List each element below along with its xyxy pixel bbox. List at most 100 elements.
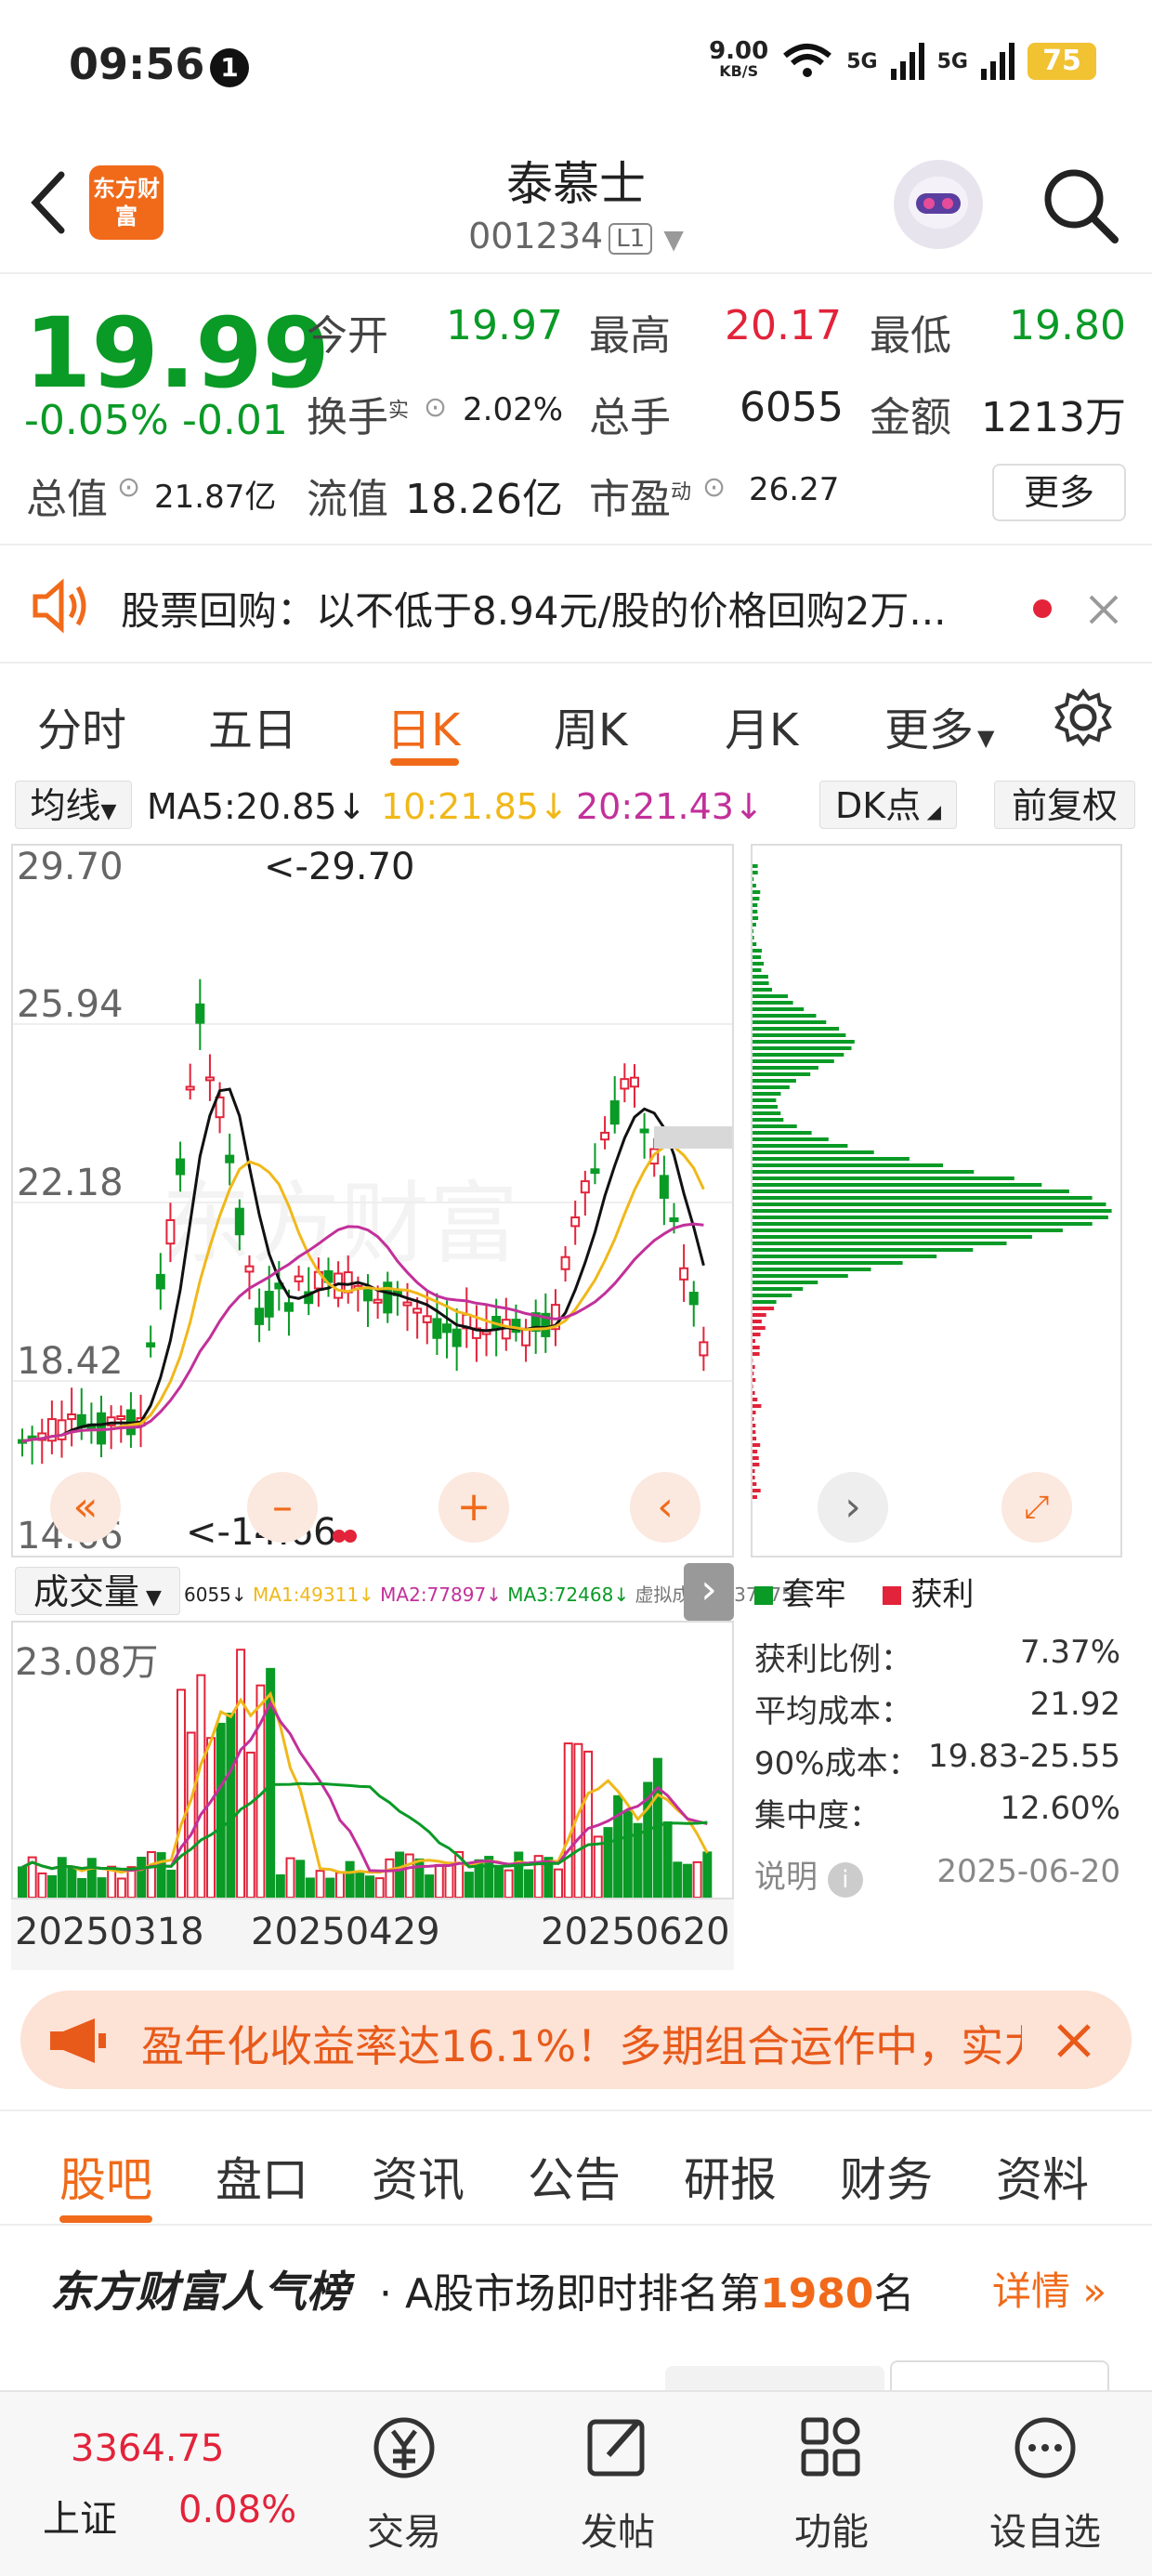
- tab-news[interactable]: 资讯: [372, 2143, 465, 2210]
- expand-right-icon[interactable]: ›: [684, 1563, 734, 1621]
- tab-monthly-k[interactable]: 月K: [725, 693, 798, 758]
- volume-bar: [67, 1867, 77, 1899]
- chip-bar: [753, 1170, 975, 1174]
- tab-finance[interactable]: 财务: [840, 2143, 933, 2210]
- info-icon[interactable]: ⊙: [424, 391, 447, 424]
- unread-dot: [1033, 599, 1052, 618]
- chip-distribution-chart[interactable]: › ⤢: [751, 844, 1122, 1557]
- chip-bar: [753, 1326, 766, 1330]
- candle: [580, 1180, 590, 1194]
- volume-value: 6055: [740, 384, 844, 431]
- tab-weekly-k[interactable]: 周K: [554, 693, 627, 758]
- chip-bar: [753, 1235, 1032, 1239]
- date-label: 20250429: [251, 1911, 440, 1953]
- chip-bar: [753, 1150, 874, 1154]
- profit-ratio-label: 获利比例：: [754, 1641, 912, 1678]
- tab-five-day[interactable]: 五日: [208, 693, 297, 758]
- active-tab-indicator: [390, 758, 459, 766]
- more-button[interactable]: 更多: [992, 464, 1126, 521]
- candle: [699, 1341, 709, 1357]
- y-tick-label: 29.70: [17, 846, 124, 888]
- current-price: 19.99: [24, 296, 330, 410]
- chip-bar: [753, 897, 760, 900]
- expand-icon[interactable]: ⤢: [1001, 1472, 1072, 1543]
- robot-avatar-icon[interactable]: [894, 160, 983, 249]
- promo-banner[interactable]: 盈年化收益率达16.1%！多期组合运作中，实力: [20, 1991, 1132, 2089]
- chip-bar: [753, 1131, 812, 1135]
- scroll-right-icon[interactable]: ›: [818, 1472, 888, 1543]
- volume-bar: [514, 1851, 524, 1899]
- zoom-in-icon[interactable]: +: [439, 1472, 509, 1543]
- nav-post[interactable]: 发帖: [548, 2411, 687, 2556]
- zoom-out-icon[interactable]: –: [247, 1472, 318, 1543]
- content-tabs: 股吧 盘口 资讯 公告 研报 财务 资料: [0, 2109, 1152, 2226]
- float-label: 流值: [307, 476, 388, 523]
- info-icon[interactable]: ⊙: [117, 471, 140, 504]
- chip-bar: [753, 1313, 766, 1317]
- note-link[interactable]: 说明 i: [754, 1851, 863, 1898]
- chip-bar: [753, 903, 758, 907]
- tab-pankou[interactable]: 盘口: [216, 2143, 308, 2210]
- status-indicators: 9.00 KB/S 5G 5G 75: [709, 39, 1096, 82]
- chip-bar: [753, 955, 762, 959]
- chip-bar: [753, 1424, 756, 1427]
- scroll-left-fast-icon[interactable]: «: [50, 1472, 121, 1543]
- chip-bar: [753, 1268, 871, 1271]
- volume-bar: [196, 1674, 206, 1899]
- candle: [195, 1003, 205, 1024]
- concentration-label: 集中度：: [754, 1797, 881, 1834]
- popularity-rank[interactable]: 东方财富人气榜 · A股市场即时排名第1980名 详情 »: [0, 2230, 1152, 2333]
- chip-bar: [753, 1163, 943, 1167]
- yen-circle-icon: [373, 2417, 435, 2478]
- volume-bar: [702, 1851, 713, 1899]
- candle: [590, 1168, 600, 1175]
- volume-bar: [444, 1861, 454, 1899]
- volume-bar: [47, 1874, 58, 1899]
- chip-bar: [753, 1079, 796, 1083]
- index-name[interactable]: 上证: [43, 2489, 117, 2543]
- candle: [204, 1076, 215, 1082]
- search-icon[interactable]: [1039, 164, 1122, 247]
- dk-point-button[interactable]: DK点 ◢: [819, 781, 957, 829]
- index-change[interactable]: 0.08%: [178, 2489, 296, 2531]
- rank-detail-link[interactable]: 详情 »: [992, 2260, 1106, 2317]
- change-percent: -0.05%: [24, 397, 169, 444]
- chip-bar: [753, 1118, 784, 1122]
- volume-indicator-select[interactable]: 成交量 ▼: [15, 1567, 180, 1615]
- adjust-button[interactable]: 前复权: [994, 781, 1135, 829]
- volume-chart[interactable]: 23.08万 20250318 20250429 20250620: [11, 1621, 734, 1970]
- volume-bar: [57, 1857, 67, 1899]
- tab-research[interactable]: 研报: [684, 2143, 777, 2210]
- tab-intraday[interactable]: 分时: [37, 693, 126, 758]
- price-band: [654, 1126, 732, 1149]
- nav-functions[interactable]: 功能: [762, 2411, 901, 2556]
- tab-daily-k[interactable]: 日K: [386, 693, 460, 758]
- tab-announcement[interactable]: 公告: [528, 2143, 621, 2210]
- tab-more[interactable]: 更多 ▼: [884, 693, 994, 758]
- gear-icon[interactable]: [1054, 688, 1113, 747]
- partial-row: [0, 2333, 1152, 2390]
- volume-bar: [593, 1835, 603, 1899]
- close-icon[interactable]: [1054, 2020, 1094, 2061]
- tab-profile[interactable]: 资料: [996, 2143, 1089, 2210]
- candlestick-chart[interactable]: 东方财富 29.70 25.94 22.18 18.42 14.66 <-29.…: [11, 844, 734, 1557]
- info-icon[interactable]: ⊙: [702, 471, 726, 504]
- notice-bar[interactable]: 股票回购：以不低于8.94元/股的价格回购2万...: [0, 548, 1152, 664]
- ma20-value: 20:21.43↓: [576, 786, 764, 827]
- chip-bar: [753, 1189, 1069, 1193]
- chip-bar: [753, 981, 769, 985]
- nav-trade[interactable]: 交易: [334, 2411, 474, 2556]
- close-icon[interactable]: [1085, 591, 1122, 628]
- tab-guba[interactable]: 股吧: [59, 2143, 152, 2210]
- index-value[interactable]: 3364.75: [71, 2427, 224, 2470]
- volume-bar: [484, 1856, 494, 1899]
- volume-bar: [166, 1869, 177, 1899]
- scroll-left-icon[interactable]: ‹: [630, 1472, 700, 1543]
- indicator-select[interactable]: 均线▼: [15, 781, 132, 829]
- candle: [165, 1218, 176, 1245]
- volume-bar: [315, 1870, 325, 1899]
- chip-date: 2025-06-20: [936, 1853, 1120, 1890]
- volume-bar: [355, 1871, 365, 1899]
- chip-bar: [753, 949, 762, 953]
- nav-add-watchlist[interactable]: 设自选: [975, 2411, 1115, 2556]
